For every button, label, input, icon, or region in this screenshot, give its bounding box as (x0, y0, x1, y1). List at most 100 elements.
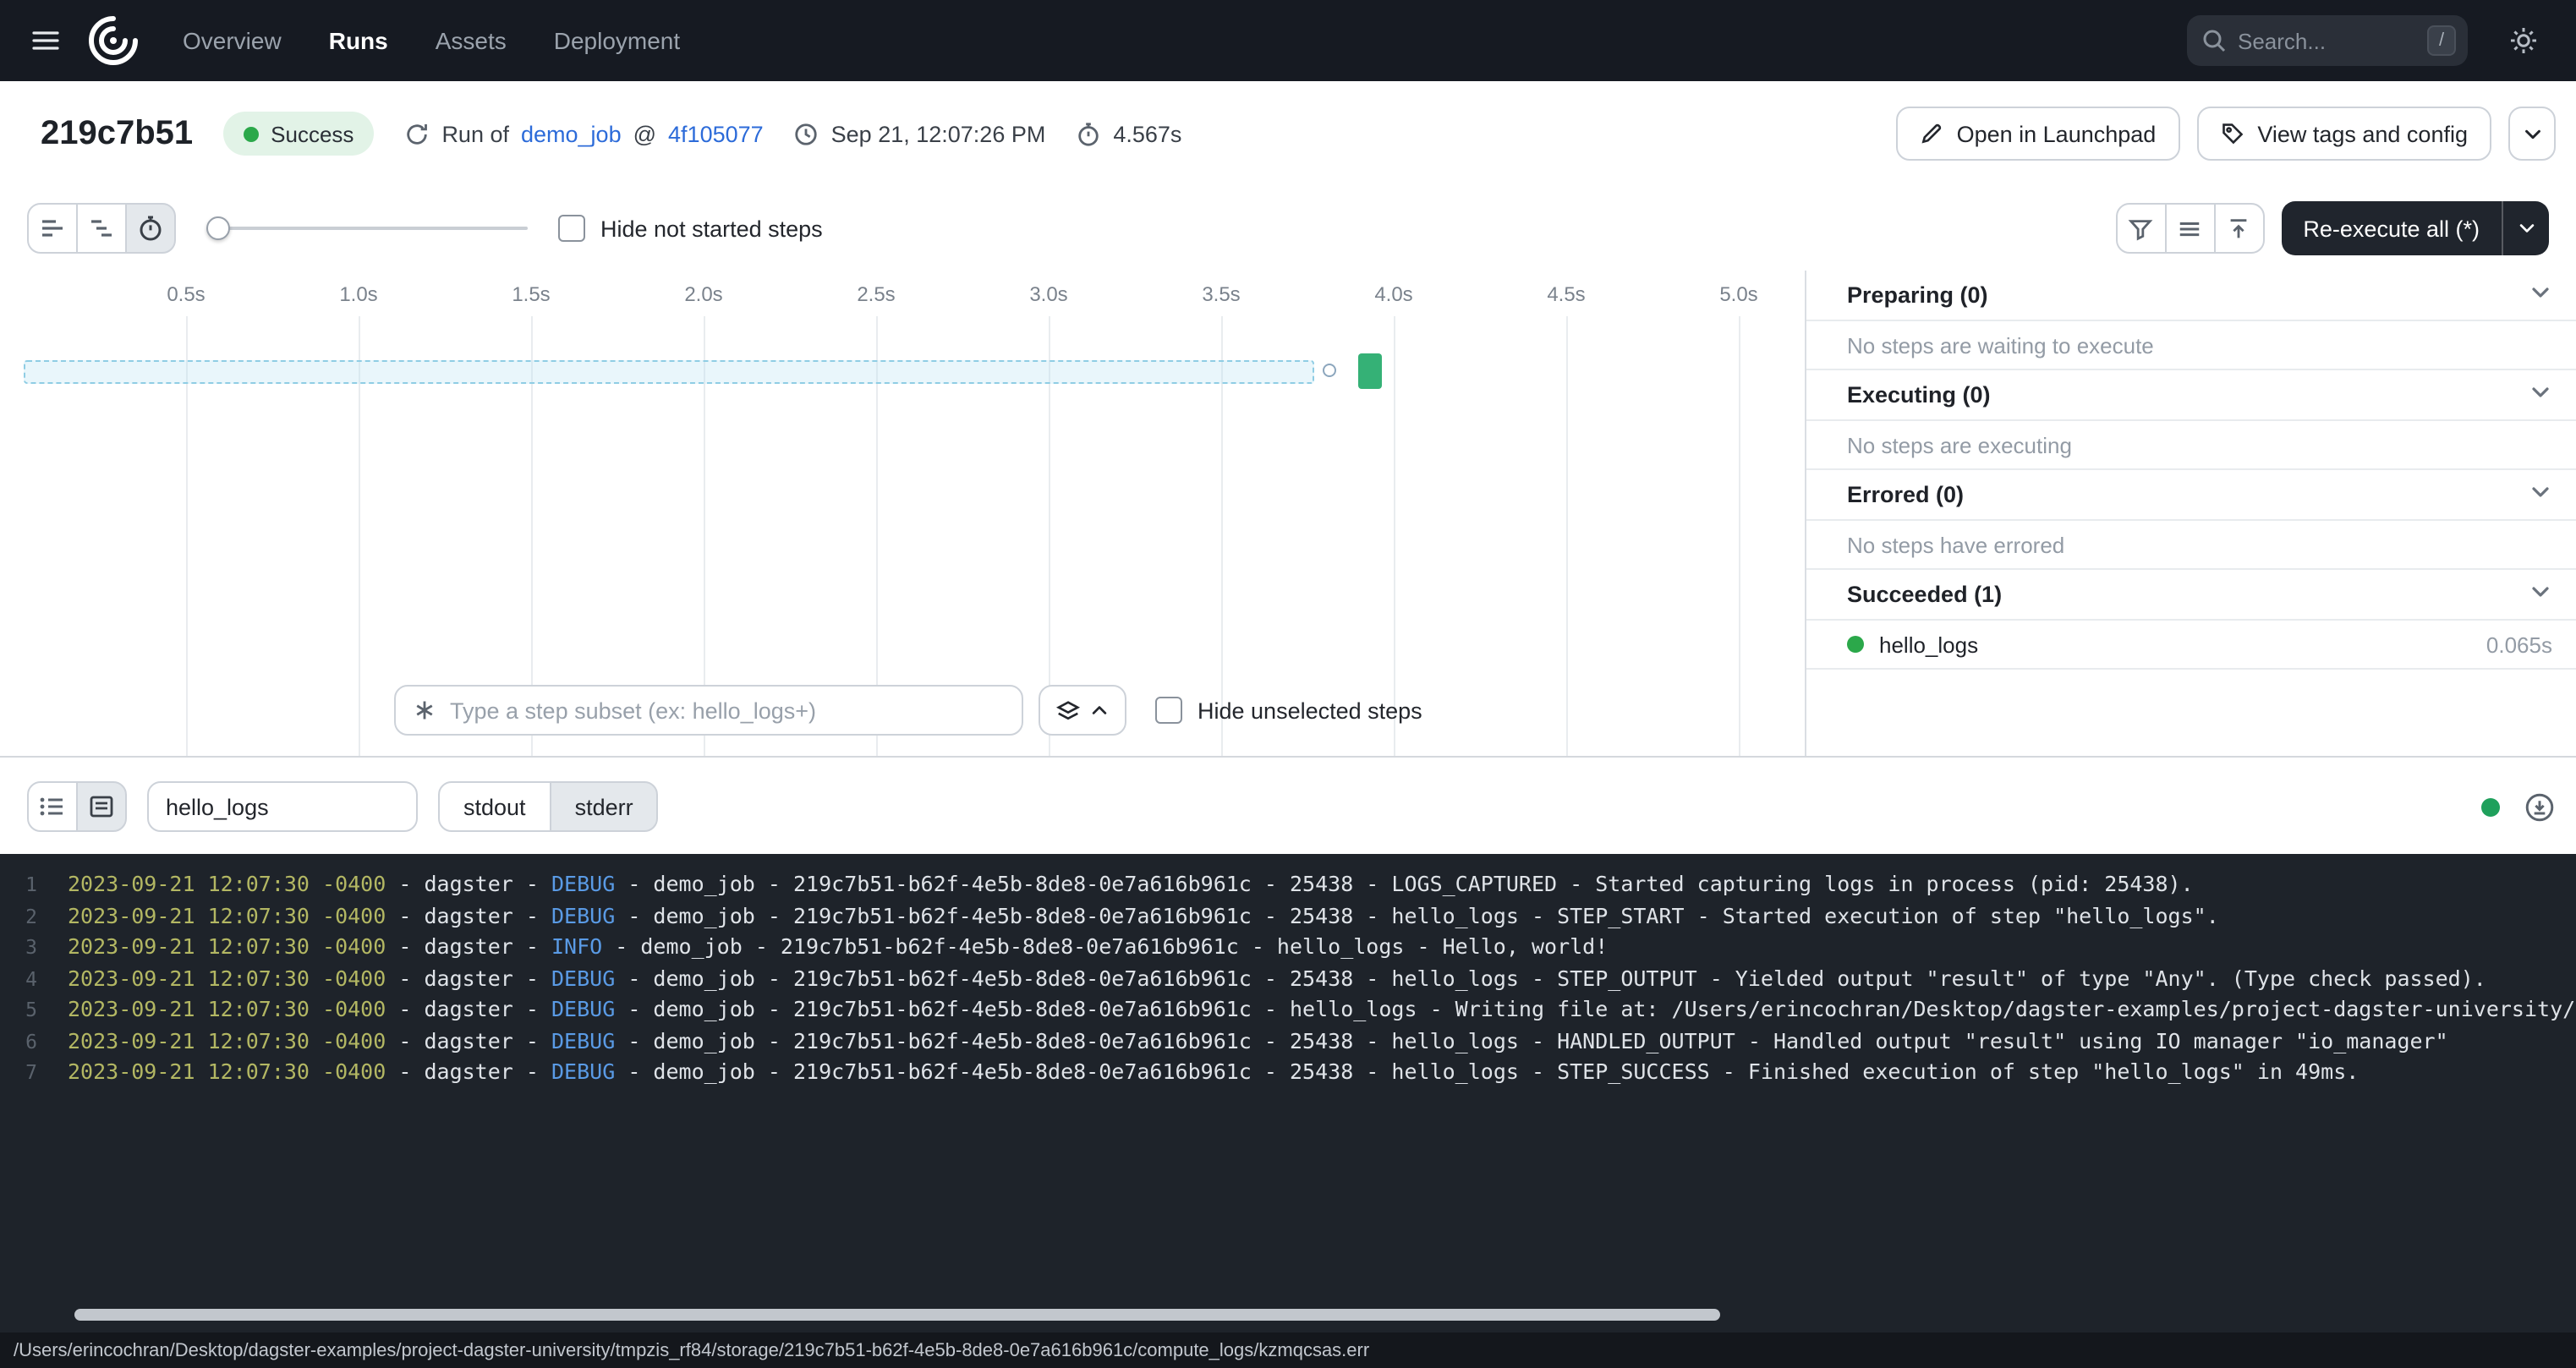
hide-unselected-label: Hide unselected steps (1198, 698, 1422, 723)
step-subset-input[interactable] (450, 698, 1005, 723)
nav-deployment[interactable]: Deployment (534, 17, 700, 64)
re-execute-split-button: Re-execute all (*) (2281, 201, 2549, 255)
gantt-options-group (2115, 203, 2264, 254)
panel-section-header[interactable]: Succeeded (1) (1806, 570, 2576, 621)
gantt-timed-view-button[interactable] (125, 203, 176, 254)
step-subset-box[interactable] (394, 685, 1023, 736)
hide-unselected-checkbox[interactable]: Hide unselected steps (1155, 697, 1422, 724)
log-line-number: 7 (0, 1057, 37, 1088)
nav-overview[interactable]: Overview (162, 17, 302, 64)
collapse-all-button[interactable] (2213, 203, 2264, 254)
tag-icon (2220, 122, 2244, 145)
hamburger-icon (30, 25, 61, 56)
chevron-down-icon[interactable] (2529, 380, 2552, 409)
settings-gear-button[interactable] (2495, 12, 2552, 69)
gantt-axis: 0.5s1.0s1.5s2.0s2.5s3.0s3.5s4.0s4.5s5.0s (0, 271, 1805, 316)
job-name-link[interactable]: demo_job (521, 121, 622, 146)
filter-steps-button[interactable] (2115, 203, 2166, 254)
chevron-down-icon[interactable] (2529, 281, 2552, 309)
step-status-dot (1847, 636, 1864, 653)
panel-section-header[interactable]: Errored (0) (1806, 470, 2576, 521)
log-line-text: 2023-09-21 12:07:30 -0400 - dagster - IN… (37, 932, 1608, 963)
log-view: 1 2023-09-21 12:07:30 -0400 - dagster - D… (0, 854, 2576, 1332)
log-line-number: 1 (0, 869, 37, 900)
axis-tick-label: 1.5s (512, 282, 550, 306)
slider-track (206, 227, 528, 230)
stdout-tab[interactable]: stdout (438, 781, 551, 832)
log-step-filter-input[interactable] (147, 781, 418, 832)
row-density-button[interactable] (2164, 203, 2215, 254)
dagster-logo-icon (85, 12, 142, 69)
nav-right: Search... / (2187, 12, 2552, 69)
panel-section-title: Errored (0) (1847, 482, 1964, 507)
run-id-title: 219c7b51 (41, 114, 193, 153)
hamburger-menu-button[interactable] (17, 12, 74, 69)
gantt-flat-view-button[interactable] (27, 203, 78, 254)
view-tags-config-button[interactable]: View tags and config (2196, 107, 2491, 161)
run-header: 219c7b51 Success Run of demo_job @ 4f105… (0, 81, 2576, 186)
raw-log-icon (88, 793, 115, 820)
run-status-badge: Success (223, 112, 374, 156)
search-input[interactable]: Search... / (2187, 15, 2468, 66)
panel-section-title: Succeeded (1) (1847, 582, 2002, 607)
log-line-number: 6 (0, 1026, 37, 1057)
success-dot-icon (244, 126, 259, 141)
axis-tick-label: 2.0s (684, 282, 722, 306)
search-icon (2202, 29, 2226, 52)
chevron-down-icon[interactable] (2529, 480, 2552, 509)
log-lines: 1 2023-09-21 12:07:30 -0400 - dagster - D… (0, 854, 2576, 1088)
checkbox-box[interactable] (1155, 697, 1182, 724)
axis-tick-label: 3.0s (1029, 282, 1067, 306)
log-horizontal-scrollbar[interactable] (74, 1309, 1720, 1321)
panel-empty-text: No steps have errored (1806, 521, 2576, 570)
step-panel: Preparing (0)No steps are waiting to exe… (1806, 271, 2576, 756)
download-log-button[interactable] (2524, 791, 2556, 823)
re-execute-all-button[interactable]: Re-execute all (*) (2281, 201, 2502, 255)
gantt-run-span (24, 360, 1314, 384)
gantt-toolbar: Hide not started steps Re-execute all (*… (0, 186, 2576, 271)
code-version-link[interactable]: 4f105077 (668, 121, 764, 146)
log-line-text: 2023-09-21 12:07:30 -0400 - dagster - DE… (37, 963, 2486, 994)
at-separator: @ (633, 121, 656, 146)
re-execute-options-button[interactable] (2502, 201, 2549, 255)
panel-section-header[interactable]: Preparing (0) (1806, 271, 2576, 321)
nav-assets[interactable]: Assets (415, 17, 527, 64)
run-header-actions: Open in Launchpad View tags and config (1896, 107, 2556, 161)
nav-runs[interactable]: Runs (309, 17, 408, 64)
chevron-up-icon (1089, 700, 1110, 720)
dagster-run-page: Overview Runs Assets Deployment Search..… (0, 0, 2576, 1368)
axis-tick-label: 2.5s (857, 282, 895, 306)
gantt-waterfall-view-button[interactable] (76, 203, 127, 254)
gantt-step-bar[interactable] (1358, 353, 1382, 389)
checkbox-box[interactable] (558, 215, 585, 242)
run-timestamp-meta: Sep 21, 12:07:26 PM (794, 121, 1046, 146)
panel-section-header[interactable]: Executing (0) (1806, 370, 2576, 421)
rerun-icon (404, 121, 430, 146)
axis-tick-label: 3.5s (1202, 282, 1240, 306)
op-selector-icon (413, 698, 436, 722)
hide-not-started-checkbox[interactable]: Hide not started steps (558, 215, 823, 242)
open-in-launchpad-button[interactable]: Open in Launchpad (1896, 107, 2180, 161)
log-line-number: 5 (0, 994, 37, 1026)
dagster-logo[interactable] (85, 12, 142, 69)
run-more-actions-button[interactable] (2508, 107, 2556, 161)
chevron-down-icon (2521, 123, 2543, 145)
log-line-text: 2023-09-21 12:07:30 -0400 - dagster - DE… (37, 1026, 2448, 1057)
run-of-prefix: Run of (441, 121, 509, 146)
re-execute-all-label: Re-execute all (*) (2303, 216, 2480, 241)
chevron-down-icon[interactable] (2529, 580, 2552, 609)
gantt-chart[interactable]: 0.5s1.0s1.5s2.0s2.5s3.0s3.5s4.0s4.5s5.0s… (0, 271, 1806, 756)
log-raw-view-button[interactable] (76, 781, 127, 832)
download-icon (2524, 791, 2556, 823)
log-line: 12023-09-21 12:07:30 -0400 - dagster - D… (0, 869, 2576, 900)
gantt-zoom-slider[interactable] (206, 203, 528, 254)
slider-knob[interactable] (206, 216, 230, 240)
run-duration-meta: 4.567s (1076, 121, 1181, 146)
stderr-tab[interactable]: stderr (550, 781, 659, 832)
apply-subset-button[interactable] (1039, 685, 1126, 736)
log-line-text: 2023-09-21 12:07:30 -0400 - dagster - DE… (37, 1057, 2359, 1088)
log-structured-view-button[interactable] (27, 781, 78, 832)
log-line: 52023-09-21 12:07:30 -0400 - dagster - D… (0, 994, 2576, 1026)
panel-step-row[interactable]: hello_logs0.065s (1806, 621, 2576, 670)
log-line: 42023-09-21 12:07:30 -0400 - dagster - D… (0, 963, 2576, 994)
